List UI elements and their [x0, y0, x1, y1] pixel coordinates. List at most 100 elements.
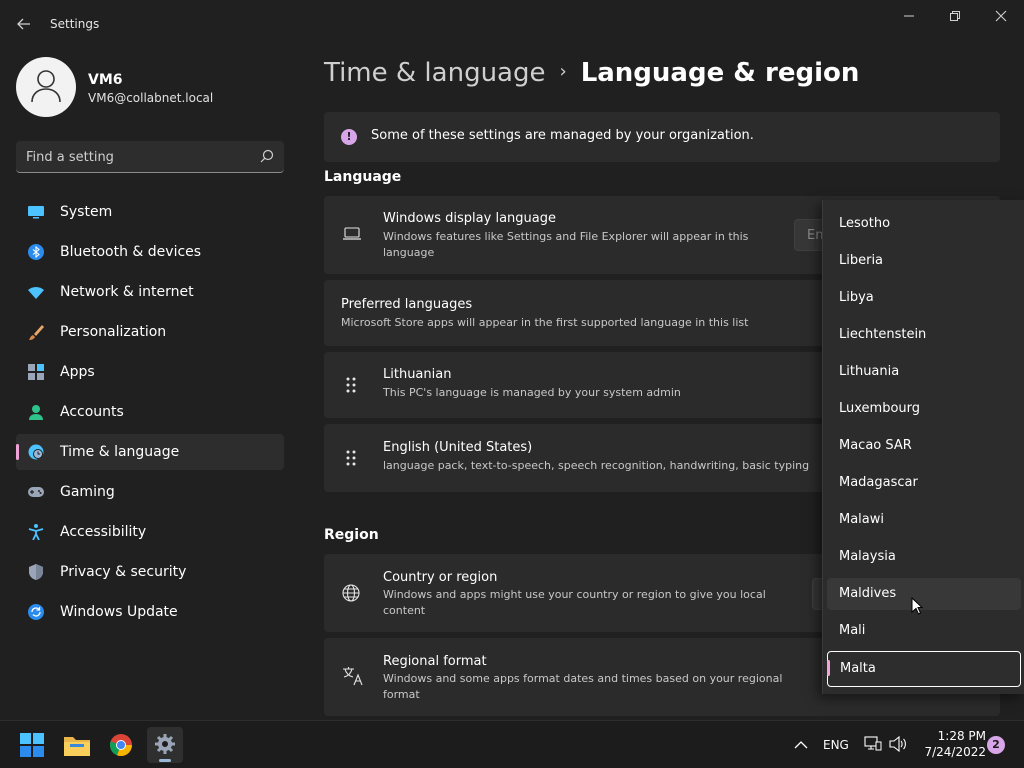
option-label: Malta: [840, 661, 876, 676]
dropdown-option[interactable]: Luxembourg: [827, 393, 1021, 425]
arrow-left-icon: [17, 18, 30, 30]
windows-logo-icon: [20, 733, 44, 757]
settings-taskbar-button[interactable]: [147, 727, 183, 763]
wifi-icon: [28, 287, 44, 299]
chrome-button[interactable]: [103, 727, 139, 763]
option-label: Macao SAR: [839, 438, 912, 453]
globe-icon: [342, 584, 360, 602]
search-icon[interactable]: [260, 149, 274, 163]
dropdown-option-hovered[interactable]: Maldives: [827, 578, 1021, 610]
monitor-icon: [28, 206, 44, 219]
dropdown-option[interactable]: Libya: [827, 282, 1021, 314]
option-label: Liechtenstein: [839, 327, 927, 342]
dropdown-option[interactable]: Malaysia: [827, 541, 1021, 573]
sidebar-item-time-language[interactable]: Time & language: [16, 434, 284, 470]
app-title: Settings: [50, 17, 100, 31]
dropdown-option[interactable]: Lesotho: [827, 208, 1021, 240]
sidebar-item-bluetooth[interactable]: Bluetooth & devices: [16, 234, 284, 270]
dropdown-option-selected[interactable]: Malta: [827, 651, 1021, 687]
select-value: En: [807, 228, 824, 243]
sidebar-item-privacy[interactable]: Privacy & security: [16, 554, 284, 590]
sidebar-item-label: Personalization: [60, 324, 167, 340]
option-label: Lesotho: [839, 216, 891, 231]
volume-icon[interactable]: [889, 736, 907, 752]
file-explorer-button[interactable]: [59, 727, 95, 763]
sidebar-item-label: Bluetooth & devices: [60, 244, 202, 260]
user-email: VM6@collabnet.local: [88, 91, 214, 105]
option-label: Luxembourg: [839, 401, 921, 416]
start-button[interactable]: [14, 727, 50, 763]
drag-handle-icon[interactable]: [346, 450, 356, 466]
avatar[interactable]: [16, 57, 76, 117]
country-dropdown-list[interactable]: Lesotho Liberia Libya Liechtenstein Lith…: [822, 200, 1024, 694]
dropdown-option[interactable]: Malawi: [827, 504, 1021, 536]
sidebar-item-personalization[interactable]: Personalization: [16, 314, 284, 350]
search-box[interactable]: [16, 141, 284, 173]
maximize-button[interactable]: [932, 6, 978, 28]
clock-date[interactable]: 7/24/2022: [916, 745, 986, 759]
sidebar-item-accounts[interactable]: Accounts: [16, 394, 284, 430]
sidebar-item-label: Windows Update: [60, 604, 178, 620]
card-title: Windows display language: [383, 211, 556, 226]
option-label: Mali: [839, 623, 866, 638]
drag-handle-icon[interactable]: [346, 377, 356, 393]
option-label: Lithuania: [839, 364, 900, 379]
sidebar-item-label: Accounts: [60, 404, 124, 420]
option-label: Maldives: [839, 586, 897, 601]
user-icon: [31, 70, 61, 103]
option-label: Libya: [839, 290, 874, 305]
folder-icon: [64, 737, 90, 756]
gamepad-icon: [28, 487, 44, 497]
title-bar: Settings: [0, 0, 1024, 48]
update-icon: [28, 604, 44, 620]
breadcrumb-parent[interactable]: Time & language: [324, 58, 545, 88]
card-description: language pack, text-to-speech, speech re…: [383, 459, 810, 472]
dropdown-option[interactable]: Madagascar: [827, 467, 1021, 499]
sidebar-item-apps[interactable]: Apps: [16, 354, 284, 390]
sidebar-nav: System Bluetooth & devices Network & int…: [16, 194, 284, 634]
close-icon: [995, 10, 1007, 22]
page-title: Language & region: [580, 58, 860, 88]
sidebar-item-system[interactable]: System: [16, 194, 284, 230]
sidebar-item-windows-update[interactable]: Windows Update: [16, 594, 284, 630]
card-title: Country or region: [383, 570, 498, 585]
network-icon[interactable]: [864, 736, 882, 752]
managed-info-bar: ! Some of these settings are managed by …: [324, 112, 1000, 162]
card-title: Lithuanian: [383, 367, 452, 382]
apps-icon: [28, 364, 44, 380]
sidebar-item-label: Apps: [60, 364, 95, 380]
option-label: Madagascar: [839, 475, 918, 490]
sidebar-item-gaming[interactable]: Gaming: [16, 474, 284, 510]
search-input[interactable]: [26, 147, 246, 167]
minimize-button[interactable]: [886, 6, 932, 28]
restore-icon: [950, 11, 960, 21]
card-description: Microsoft Store apps will appear in the …: [341, 316, 749, 329]
section-title-region: Region: [324, 527, 379, 543]
sidebar-item-accessibility[interactable]: Accessibility: [16, 514, 284, 550]
card-description: Windows and apps might use your country …: [383, 588, 766, 617]
back-button[interactable]: [14, 14, 34, 34]
sidebar-item-label: Time & language: [60, 444, 180, 460]
option-label: Liberia: [839, 253, 884, 268]
card-description: Windows features like Settings and File …: [383, 230, 749, 259]
chrome-icon: [109, 734, 133, 757]
accessibility-icon: [28, 524, 44, 540]
notification-badge[interactable]: 2: [987, 736, 1005, 754]
close-button[interactable]: [978, 6, 1024, 28]
dropdown-option[interactable]: Mali: [827, 615, 1021, 647]
sidebar-item-network[interactable]: Network & internet: [16, 274, 284, 310]
dropdown-option[interactable]: Lithuania: [827, 356, 1021, 388]
laptop-icon: [343, 227, 361, 240]
gear-icon: [155, 734, 175, 754]
taskbar: ENG 1:28 PM 7/24/2022 2: [0, 720, 1024, 768]
info-text: Some of these settings are managed by yo…: [371, 128, 754, 143]
clock-time[interactable]: 1:28 PM: [926, 729, 986, 743]
dropdown-option[interactable]: Macao SAR: [827, 430, 1021, 462]
dropdown-option[interactable]: Liechtenstein: [827, 319, 1021, 351]
card-description: Windows and some apps format dates and t…: [383, 672, 783, 701]
input-language-indicator[interactable]: ENG: [823, 738, 849, 752]
section-title-language: Language: [324, 169, 402, 185]
chevron-up-icon[interactable]: [794, 740, 808, 750]
dropdown-option[interactable]: Liberia: [827, 245, 1021, 277]
breadcrumb: Time & language › Language & region: [324, 58, 859, 88]
